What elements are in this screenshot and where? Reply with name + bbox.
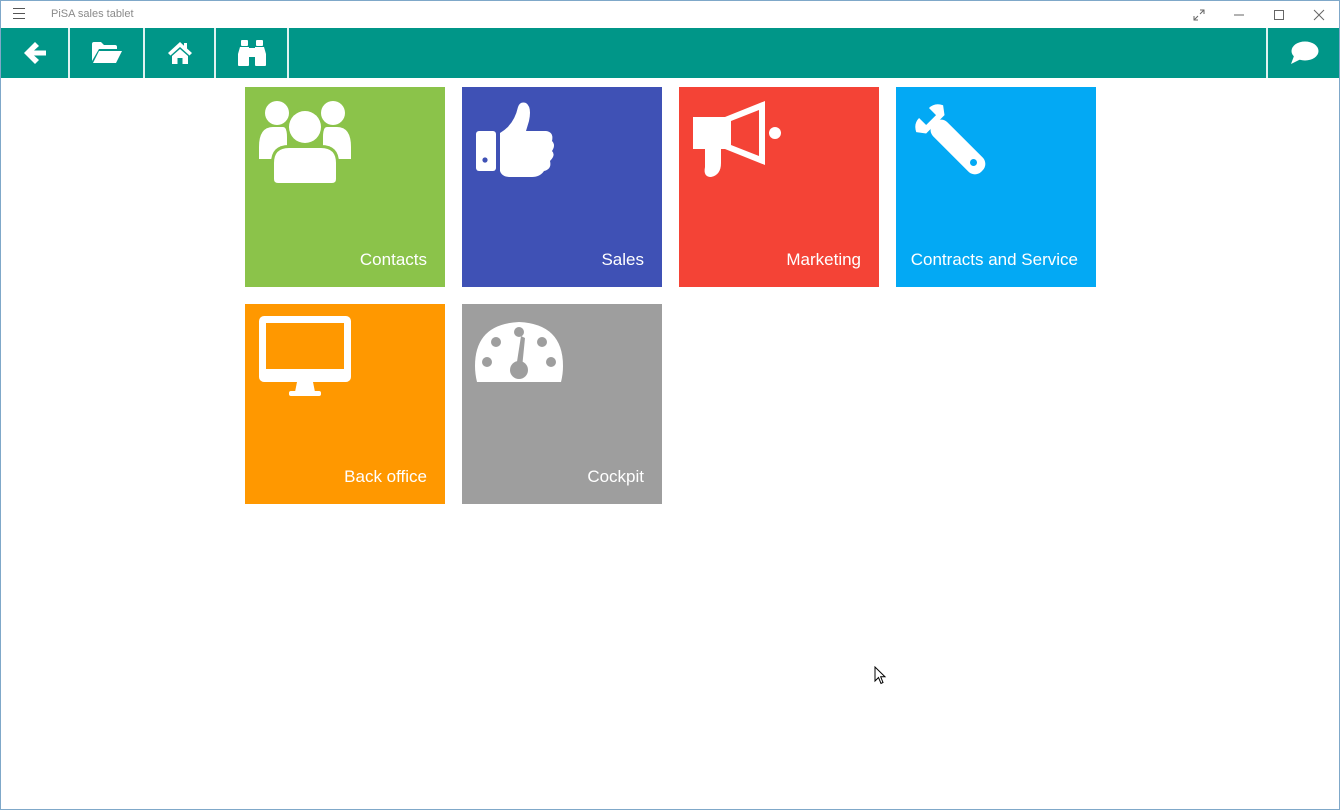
fullscreen-button[interactable] — [1179, 1, 1219, 28]
monitor-icon — [259, 316, 351, 396]
tile-label: Cockpit — [587, 467, 644, 486]
maximize-icon — [1274, 9, 1284, 20]
tile-cockpit[interactable]: Cockpit — [462, 304, 662, 504]
people-icon — [259, 101, 351, 183]
megaphone-icon — [693, 101, 781, 177]
tile-label: Marketing — [786, 250, 861, 269]
minimize-icon — [1234, 14, 1244, 15]
binoculars-icon — [237, 40, 266, 66]
tile-back-office[interactable]: Back office — [245, 304, 445, 504]
chat-icon — [1290, 41, 1318, 64]
thumbs-up-icon — [476, 102, 554, 177]
tile-label: Back office — [344, 467, 427, 486]
tile-contacts[interactable]: Contacts — [245, 87, 445, 287]
search-button[interactable] — [216, 28, 287, 78]
tile-label: Sales — [601, 250, 644, 269]
tile-marketing[interactable]: Marketing — [679, 87, 879, 287]
tile-label: Contracts and Service — [910, 250, 1078, 269]
mouse-cursor-icon — [874, 666, 887, 685]
expand-diagonal-icon — [1193, 9, 1205, 20]
minimize-button[interactable] — [1219, 1, 1259, 28]
home-button[interactable] — [145, 28, 214, 78]
home-icon — [167, 42, 192, 64]
speedometer-icon — [475, 322, 563, 382]
maximize-button[interactable] — [1259, 1, 1299, 28]
hamburger-menu-icon[interactable] — [13, 8, 29, 21]
window-title: PiSA sales tablet — [51, 8, 134, 20]
title-bar: PiSA sales tablet — [1, 1, 1339, 28]
back-button[interactable] — [1, 28, 68, 78]
close-icon — [1313, 9, 1325, 20]
open-folder-button[interactable] — [70, 28, 143, 78]
back-arrow-icon — [23, 42, 46, 64]
tile-contracts-and-service[interactable]: Contracts and Service — [896, 87, 1096, 287]
app-window: PiSA sales tablet Contacts Sales Marketi… — [0, 0, 1340, 810]
wrench-icon — [915, 104, 986, 175]
tile-sales[interactable]: Sales — [462, 87, 662, 287]
close-button[interactable] — [1299, 1, 1339, 28]
chat-button[interactable] — [1268, 28, 1339, 78]
tile-label: Contacts — [359, 250, 427, 269]
folder-open-icon — [91, 42, 122, 63]
main-toolbar — [1, 28, 1339, 78]
toolbar-divider — [287, 28, 289, 78]
